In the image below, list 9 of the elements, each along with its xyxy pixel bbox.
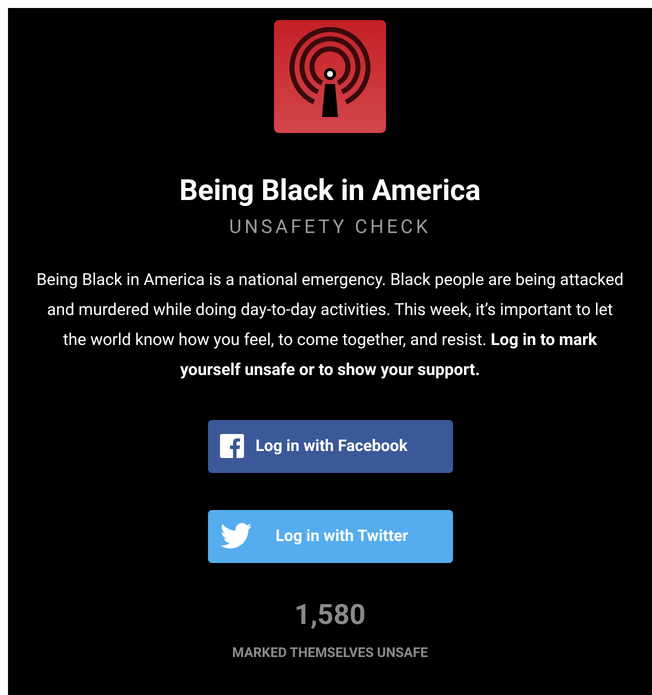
facebook-icon — [220, 434, 244, 458]
page-subtitle: UNSAFETY CHECK — [229, 214, 431, 240]
description-text: Being Black in America is a national emergency. Black people are being attacked and murdered while doing day-to-day activities. This week, it’s important to let the world know how you feel, to come together, and resist. Log in to mark yourself unsafe or to show your support. — [35, 270, 625, 382]
unsafe-count: 1,580 — [294, 598, 366, 630]
bird-icon — [220, 523, 252, 549]
count-label: MARKED THEMSELVES UNSAFE — [232, 644, 428, 662]
page-title: Being Black in America — [179, 173, 481, 209]
broadcast-tower-icon — [274, 20, 386, 133]
login-button[interactable]: Log in with Facebook — [208, 420, 452, 472]
